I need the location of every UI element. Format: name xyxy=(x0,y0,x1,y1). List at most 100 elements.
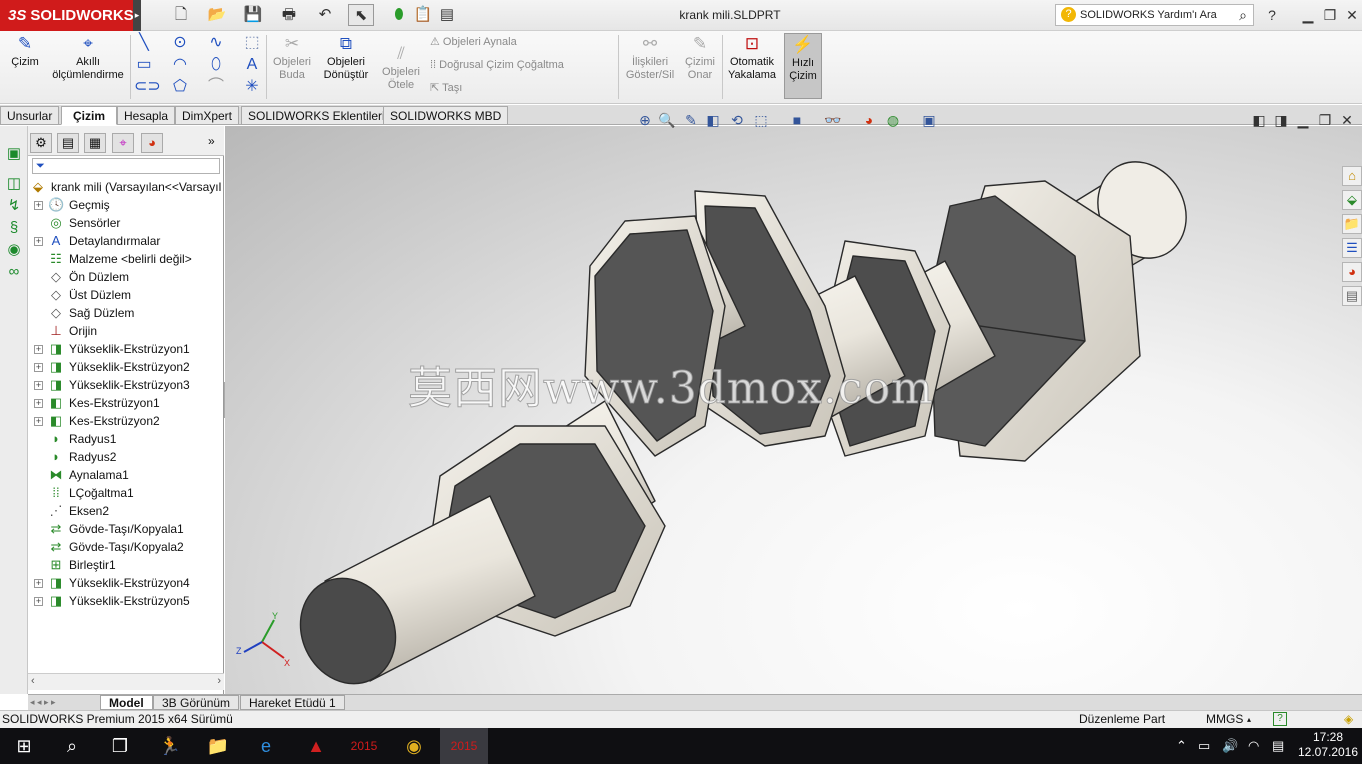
help-search-input[interactable]: ? SOLIDWORKS Yardım'ı Ara ⌕ xyxy=(1055,4,1254,26)
tree-item[interactable]: + ◧ Kes-Ekstrüzyon1 xyxy=(28,394,224,412)
open-folder-icon[interactable]: 📂 xyxy=(204,4,230,26)
tab-dimxpert[interactable]: DimXpert xyxy=(175,106,240,125)
rebuild-traffic-light-icon[interactable]: ⬮ xyxy=(386,4,412,26)
arc-icon[interactable]: ◠ xyxy=(170,55,190,75)
expand-toggle-icon[interactable]: + xyxy=(34,201,43,210)
expand-toggle-icon[interactable]: + xyxy=(34,399,43,408)
tree-item[interactable]: + ◨ Yükseklik-Ekstrüzyon2 xyxy=(28,358,224,376)
expand-toggle-icon[interactable]: + xyxy=(34,363,43,372)
rapid-sketch-button[interactable]: ⚡ Hızlı Çizim xyxy=(784,33,822,99)
polygon-icon[interactable]: ⬠ xyxy=(170,77,190,97)
rectangle-icon[interactable]: ▭ xyxy=(134,55,154,75)
minimize-icon[interactable]: ▁ xyxy=(1298,5,1318,25)
search-icon[interactable]: ⌕ xyxy=(1239,5,1247,25)
spline-icon[interactable]: ∿ xyxy=(206,33,226,53)
tree-item[interactable]: ◇ Ön Düzlem xyxy=(28,268,224,286)
undo-icon[interactable]: ↶ xyxy=(312,4,338,26)
tree-item[interactable]: ☷ Malzeme <belirli değil> xyxy=(28,250,224,268)
feature-tree-tab-icon[interactable]: ⚙ xyxy=(30,133,52,153)
options-icon[interactable]: ▤ xyxy=(434,4,460,26)
configuration-tab-icon[interactable]: ▦ xyxy=(84,133,106,153)
line-icon[interactable]: ╲ xyxy=(134,33,154,53)
tree-item[interactable]: ◗ Radyus2 xyxy=(28,448,224,466)
tree-horizontal-scrollbar[interactable]: ‹ › xyxy=(28,673,224,690)
tab-3d-view[interactable]: 3B Görünüm xyxy=(153,695,240,710)
new-document-icon[interactable]: 🗋 xyxy=(168,4,194,26)
app-figure-icon[interactable]: 🏃 xyxy=(146,728,194,764)
coil-side-icon[interactable]: ∞ xyxy=(4,262,24,282)
scroll-left-icon[interactable]: ‹ xyxy=(31,674,35,689)
tab-cizim[interactable]: Çizim xyxy=(61,106,117,125)
tree-item[interactable]: ◇ Sağ Düzlem xyxy=(28,304,224,322)
sketch-button[interactable]: ✎ Çizim xyxy=(4,33,46,99)
convert-entities-button[interactable]: ⧉ Objeleri Dönüştür xyxy=(318,33,374,99)
loft-side-icon[interactable]: ◉ xyxy=(4,240,24,260)
tray-battery-icon[interactable]: ▭ xyxy=(1198,728,1210,764)
point-icon[interactable]: ✳ xyxy=(242,77,262,97)
tray-network-icon[interactable]: ◠ xyxy=(1248,728,1259,764)
slot-icon[interactable]: ⊂⊃ xyxy=(134,77,161,97)
unit-dropdown-icon[interactable]: ▴ xyxy=(1247,711,1251,728)
tree-item[interactable]: ◇ Üst Düzlem xyxy=(28,286,224,304)
save-icon[interactable]: 💾 xyxy=(240,4,266,26)
help-icon[interactable]: ? xyxy=(1262,5,1282,25)
unit-system-selector[interactable]: MMGS xyxy=(1206,711,1243,728)
file-explorer-icon[interactable]: 📁 xyxy=(194,728,242,764)
tree-item[interactable]: ⊞ Birleştir1 xyxy=(28,556,224,574)
smart-dimension-button[interactable]: ⌖ Akıllı ölçümlendirme xyxy=(48,33,128,99)
expand-toggle-icon[interactable]: + xyxy=(34,345,43,354)
edge-browser-icon[interactable]: e xyxy=(242,728,290,764)
taskbar-search-icon[interactable]: ⌕ xyxy=(48,728,96,764)
move-entities-button[interactable]: ⇱ Taşı xyxy=(430,79,462,97)
expand-toggle-icon[interactable]: + xyxy=(34,237,43,246)
tab-hesapla[interactable]: Hesapla xyxy=(117,106,176,125)
tree-item[interactable]: ⇄ Gövde-Taşı/Kopyala2 xyxy=(28,538,224,556)
trim-entities-button[interactable]: ✂ Objeleri Buda xyxy=(270,33,314,99)
tree-item[interactable]: ⁞⁞ LÇoğaltma1 xyxy=(28,484,224,502)
fillet-sketch-icon[interactable]: ⌒ xyxy=(206,77,226,97)
tree-item[interactable]: + 🕓 Geçmiş xyxy=(28,196,224,214)
panel-expand-icon[interactable]: » xyxy=(208,134,215,148)
mirror-entities-button[interactable]: ⚠ Objeleri Aynala xyxy=(430,33,517,51)
tab-scroll-arrows-icon[interactable]: ◂ ◂ ▸ ▸ xyxy=(30,696,94,709)
tree-item[interactable]: ⧓ Aynalama1 xyxy=(28,466,224,484)
expand-toggle-icon[interactable]: + xyxy=(34,597,43,606)
solidworks-taskbar-icon-1[interactable]: 2015 xyxy=(340,728,388,764)
close-icon[interactable]: ✕ xyxy=(1342,5,1362,25)
dimxpert-tab-icon[interactable]: ⌖ xyxy=(112,133,134,153)
text-icon[interactable]: A xyxy=(242,55,262,75)
path-side-icon[interactable]: ↯ xyxy=(4,196,24,216)
tree-filter-input[interactable]: ⏷ xyxy=(32,158,220,174)
solidworks-taskbar-icon-2[interactable]: 2015 xyxy=(440,728,488,764)
menu-expand-arrow-icon[interactable]: ▸ xyxy=(133,0,141,31)
tab-mbd[interactable]: SOLIDWORKS MBD xyxy=(383,106,509,125)
windows-start-icon[interactable]: ⊞ xyxy=(0,728,48,764)
tree-item[interactable]: ⇄ Gövde-Taşı/Kopyala1 xyxy=(28,520,224,538)
ellipse-icon[interactable]: ⬯ xyxy=(206,55,226,75)
expand-toggle-icon[interactable]: + xyxy=(34,381,43,390)
quick-snaps-button[interactable]: ⊡ Otomatik Yakalama xyxy=(726,33,778,99)
solidworks-logo[interactable]: 3S SOLIDWORKS xyxy=(0,0,134,31)
sketch-side-icon[interactable]: ▣ xyxy=(4,144,24,164)
tree-item[interactable]: + A Detaylandırmalar xyxy=(28,232,224,250)
tree-item[interactable]: ⊥ Orijin xyxy=(28,322,224,340)
file-properties-icon[interactable]: 📋 xyxy=(410,4,436,26)
expand-toggle-icon[interactable]: + xyxy=(34,579,43,588)
expand-toggle-icon[interactable]: + xyxy=(34,417,43,426)
property-manager-tab-icon[interactable]: ▤ xyxy=(57,133,79,153)
scroll-right-icon[interactable]: › xyxy=(217,674,221,689)
tree-item[interactable]: + ◨ Yükseklik-Ekstrüzyon1 xyxy=(28,340,224,358)
autocad-icon[interactable]: ▲ xyxy=(292,728,340,764)
restore-icon[interactable]: ❐ xyxy=(1320,5,1340,25)
tree-item[interactable]: ◎ Sensörler xyxy=(28,214,224,232)
rebuild-status-icon[interactable]: ◈ xyxy=(1344,711,1353,728)
tray-volume-icon[interactable]: 🔊 xyxy=(1222,728,1238,764)
linear-pattern-button[interactable]: ⁞⁞ Doğrusal Çizim Çoğaltma xyxy=(430,56,564,74)
tray-notifications-icon[interactable]: ▤ xyxy=(1272,728,1284,764)
tree-item[interactable]: + ◧ Kes-Ekstrüzyon2 xyxy=(28,412,224,430)
extrude-side-icon[interactable]: ◫ xyxy=(4,174,24,194)
tab-eklentiler[interactable]: SOLIDWORKS Eklentileri xyxy=(241,106,392,125)
tree-item[interactable]: ◗ Radyus1 xyxy=(28,430,224,448)
select-cursor-icon[interactable]: ⬉ xyxy=(348,4,374,26)
repair-sketch-button[interactable]: ✎ Çizimi Onar xyxy=(680,33,720,99)
